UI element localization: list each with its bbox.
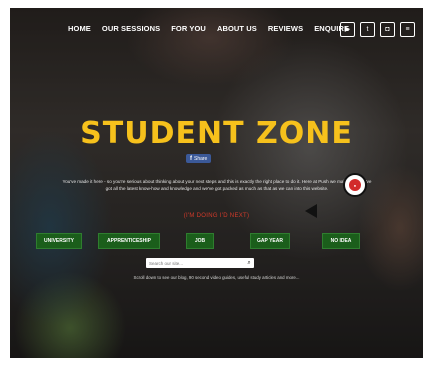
youtube-icon[interactable]: ▶ [340, 22, 355, 37]
no-idea-button[interactable]: NO IDEA [322, 233, 360, 249]
social-links: ▶ t ◘ ≡ [340, 22, 415, 37]
pathway-choices: UNIVERSITY APPRENTICESHIP JOB GAP YEAR N… [36, 233, 360, 249]
hero-section: HOME OUR SESSIONS FOR YOU ABOUT US REVIE… [10, 8, 423, 358]
search-icon[interactable]: ⌕ [244, 260, 254, 267]
apprenticeship-button[interactable]: APPRENTICESHIP [98, 233, 160, 249]
page-title: STUDENT ZONE [80, 116, 353, 151]
nav-home[interactable]: HOME [68, 24, 91, 33]
nav-about-us[interactable]: ABOUT US [217, 24, 257, 33]
gap-year-button[interactable]: GAP YEAR [250, 233, 290, 249]
top-navigation: HOME OUR SESSIONS FOR YOU ABOUT US REVIE… [68, 24, 360, 33]
share-label: Share [194, 155, 208, 162]
scroll-hint: Scroll down to see our blog, 90 second v… [133, 275, 300, 280]
nav-reviews[interactable]: REVIEWS [268, 24, 303, 33]
job-button[interactable]: JOB [186, 233, 214, 249]
twitter-icon[interactable]: t [360, 22, 375, 37]
university-button[interactable]: UNIVERSITY [36, 233, 82, 249]
next-step-link[interactable]: (I'M DOING I'D NEXT) [10, 213, 423, 219]
search-input[interactable] [146, 259, 244, 267]
site-search: ⌕ [146, 258, 254, 268]
chat-badge[interactable]: ● [343, 173, 367, 197]
intro-text: You've made it here - so you're serious … [62, 179, 372, 191]
instagram-icon[interactable]: ◘ [380, 22, 395, 37]
push-logo-icon: ● [349, 179, 361, 191]
nav-for-you[interactable]: FOR YOU [171, 24, 206, 33]
facebook-share-button[interactable]: f Share [186, 154, 212, 163]
facebook-icon: f [190, 155, 192, 162]
menu-icon[interactable]: ≡ [400, 22, 415, 37]
nav-our-sessions[interactable]: OUR SESSIONS [102, 24, 160, 33]
